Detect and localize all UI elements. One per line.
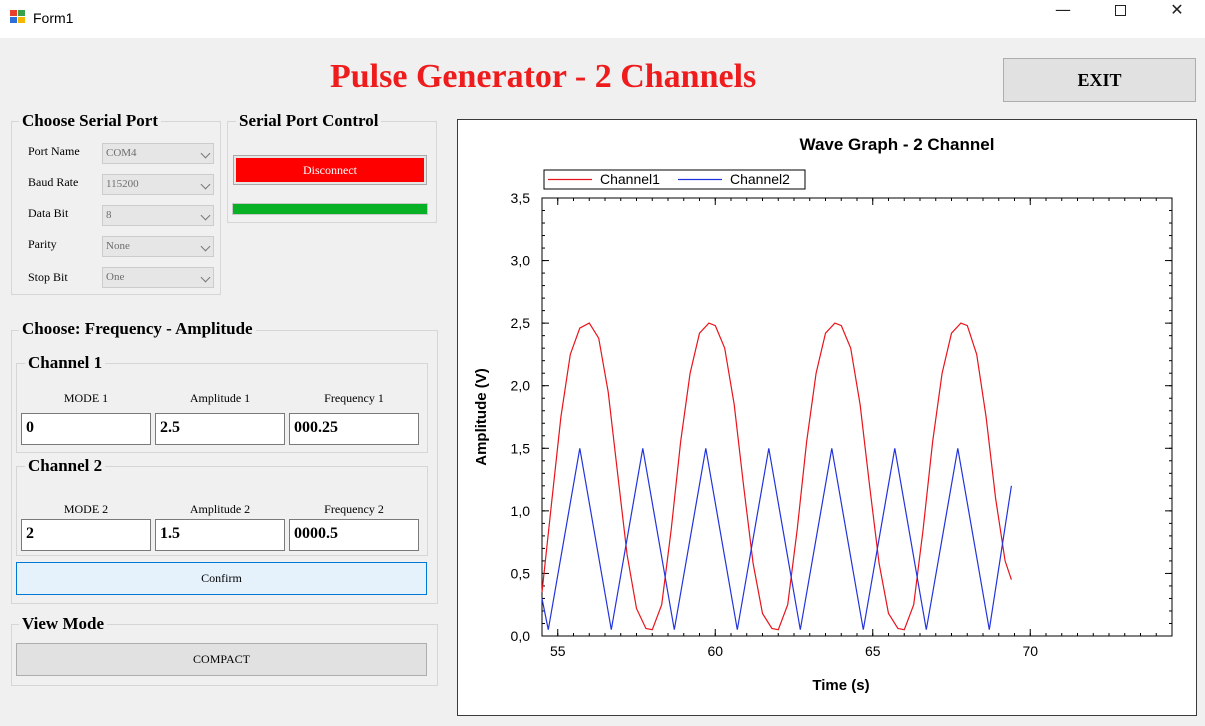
chevron-down-icon	[200, 210, 211, 221]
y-tick-label: 1,0	[511, 503, 531, 519]
legend-label: Channel1	[600, 171, 660, 187]
mode2-input[interactable]: 2	[21, 519, 151, 551]
freq-amp-group-title: Choose: Frequency - Amplitude	[19, 319, 256, 339]
view-mode-title: View Mode	[19, 614, 107, 634]
y-tick-label: 3,5	[511, 190, 531, 206]
serial-port-group-title: Choose Serial Port	[19, 111, 161, 131]
chevron-down-icon	[200, 179, 211, 190]
serial-control-group-title: Serial Port Control	[236, 111, 382, 131]
parity-value: None	[106, 240, 130, 252]
baud-rate-label: Baud Rate	[28, 175, 79, 189]
series-line-channel2	[541, 448, 1012, 630]
y-tick-label: 2,5	[511, 315, 531, 331]
y-tick-label: 2,0	[511, 378, 531, 394]
port-name-select[interactable]: COM4	[102, 143, 214, 164]
connection-progress-bar	[232, 203, 428, 215]
app-icon	[10, 10, 26, 24]
frequency1-label: Frequency 1	[324, 391, 384, 405]
port-name-value: COM4	[106, 147, 137, 159]
wave-graph-svg: 55 60 65 70 0,0 0,5 1,0 1,5 2,0 2,5 3,0 3,5 Wave Gra…	[473, 135, 1173, 694]
maximize-button[interactable]	[1097, 0, 1143, 38]
x-tick-label: 70	[1022, 643, 1038, 659]
minimize-button[interactable]: —	[1040, 0, 1086, 38]
chevron-down-icon	[200, 241, 211, 252]
close-button[interactable]: ✕	[1154, 0, 1200, 38]
stop-bit-value: One	[106, 271, 125, 283]
maximize-icon	[1114, 5, 1126, 16]
window-title: Form1	[33, 10, 74, 26]
baud-rate-value: 115200	[106, 178, 139, 190]
data-bit-select[interactable]: 8	[102, 205, 214, 226]
mode1-label: MODE 1	[63, 391, 109, 405]
x-tick-label: 55	[550, 643, 566, 659]
plot-frame	[541, 197, 1173, 637]
mode1-input[interactable]: 0	[21, 413, 151, 445]
y-axis-label: Amplitude (V)	[473, 368, 490, 466]
mode2-label: MODE 2	[63, 502, 109, 516]
legend-label: Channel2	[730, 171, 790, 187]
x-tick-label: 60	[707, 643, 723, 659]
frequency2-input[interactable]: 0000.5	[289, 519, 419, 551]
parity-select[interactable]: None	[102, 236, 214, 257]
port-name-label: Port Name	[28, 144, 80, 158]
page-title: Pulse Generator - 2 Channels	[330, 58, 757, 95]
amplitude2-input[interactable]: 1.5	[155, 519, 285, 551]
baud-rate-select[interactable]: 115200	[102, 174, 214, 195]
x-tick-label: 65	[865, 643, 881, 659]
y-tick-label: 0,0	[511, 628, 531, 644]
channel2-title: Channel 2	[25, 456, 106, 476]
chevron-down-icon	[200, 272, 211, 283]
disconnect-label: Disconnect	[236, 158, 424, 182]
window-title-bar: Form1 — ✕	[0, 0, 1205, 38]
exit-button[interactable]: EXIT	[1003, 58, 1196, 102]
channel1-title: Channel 1	[25, 353, 106, 373]
connection-progress-fill	[233, 204, 427, 214]
x-axis-label: Time (s)	[812, 677, 869, 694]
amplitude2-label: Amplitude 2	[189, 502, 251, 516]
chart-title: Wave Graph - 2 Channel	[800, 135, 995, 154]
data-bit-label: Data Bit	[28, 206, 69, 220]
parity-label: Parity	[28, 237, 57, 251]
stop-bit-select[interactable]: One	[102, 267, 214, 288]
series-line-channel1	[541, 322, 1012, 631]
amplitude1-label: Amplitude 1	[189, 391, 251, 405]
y-tick-label: 3,0	[511, 253, 531, 269]
compact-button[interactable]: COMPACT	[16, 643, 427, 676]
y-tick-label: 0,5	[511, 565, 531, 581]
frequency2-label: Frequency 2	[324, 502, 384, 516]
y-tick-label: 1,5	[511, 440, 531, 456]
data-bit-value: 8	[106, 209, 112, 221]
chevron-down-icon	[200, 148, 211, 159]
confirm-button[interactable]: Confirm	[16, 562, 427, 595]
wave-graph: 55 60 65 70 0,0 0,5 1,0 1,5 2,0 2,5 3,0 3,5 Wave Gra…	[457, 119, 1197, 716]
amplitude1-input[interactable]: 2.5	[155, 413, 285, 445]
disconnect-button[interactable]: Disconnect	[233, 155, 427, 185]
stop-bit-label: Stop Bit	[28, 270, 68, 284]
frequency1-input[interactable]: 000.25	[289, 413, 419, 445]
